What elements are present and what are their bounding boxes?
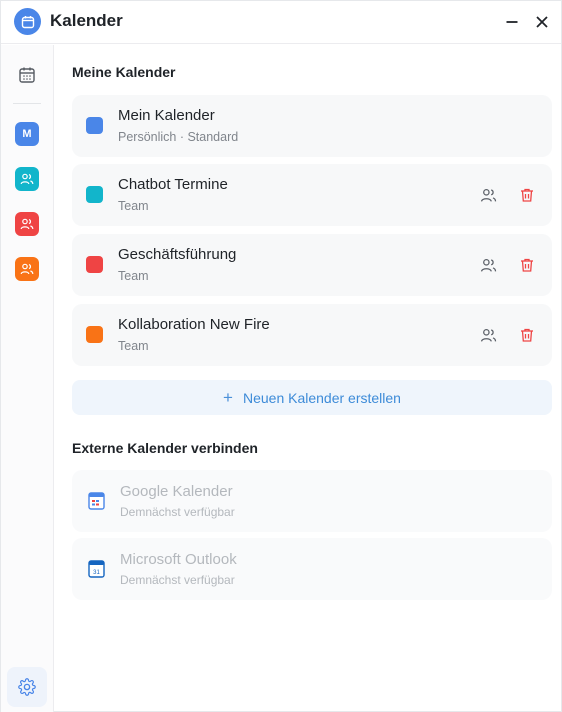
new-calendar-label: Neuen Kalender erstellen [242, 389, 401, 406]
calendar-title: Kollaboration New Fire [118, 316, 270, 333]
calendar-subtitle: Team [118, 199, 149, 213]
calendar-title: Mein Kalender [118, 107, 215, 124]
sidebar-item-calendar[interactable] [15, 63, 39, 87]
outlook-calendar-icon: 31 [88, 559, 105, 578]
section-title-external: Externe Kalender verbinden [72, 440, 258, 456]
delete-calendar-button[interactable] [517, 325, 537, 345]
external-card-outlook: 31 Microsoft Outlook Demnächst verfügbar [72, 538, 552, 600]
calendar-color-dot [86, 117, 103, 134]
manage-team-button[interactable] [478, 325, 498, 345]
section-title-my-calendars: Meine Kalender [72, 64, 176, 80]
team-icon [480, 328, 496, 342]
calendar-subtitle: Persönlich · Standard [118, 130, 239, 144]
close-icon [536, 16, 548, 28]
calendar-title: Geschäftsführung [118, 246, 237, 263]
sidebar-item-kollaboration-new-fire[interactable] [15, 257, 39, 281]
calendar-card-geschaeftsfuehrung[interactable]: Geschäftsführung Team [72, 234, 552, 296]
trash-icon [521, 328, 533, 342]
main-content: Meine Kalender Mein Kalender Persönlich … [55, 45, 561, 712]
calendar-card-kollaboration-new-fire[interactable]: Kollaboration New Fire Team [72, 304, 552, 366]
team-icon [480, 188, 496, 202]
sidebar-item-letter: M [22, 128, 32, 140]
minimize-button[interactable] [501, 11, 523, 33]
calendar-subtitle: Team [118, 269, 149, 283]
new-calendar-button[interactable]: + Neuen Kalender erstellen [72, 380, 552, 415]
title-bar: Kalender [1, 1, 561, 44]
calendar-card-mein-kalender[interactable]: Mein Kalender Persönlich · Standard [72, 95, 552, 157]
svg-text:31: 31 [93, 570, 100, 576]
sidebar-item-chatbot-termine[interactable] [15, 167, 39, 191]
external-subtitle: Demnächst verfügbar [120, 505, 235, 519]
delete-calendar-button[interactable] [517, 185, 537, 205]
app-window: Kalender M Meine Kalender Mein Kalender … [0, 0, 562, 712]
trash-icon [521, 188, 533, 202]
google-calendar-icon [88, 491, 105, 510]
manage-team-button[interactable] [478, 185, 498, 205]
calendar-color-dot [86, 326, 103, 343]
calendar-subtitle: Team [118, 339, 149, 353]
calendar-title: Chatbot Termine [118, 176, 228, 193]
sidebar-divider [13, 103, 41, 104]
calendar-icon [19, 67, 35, 83]
trash-icon [521, 258, 533, 272]
sidebar: M [1, 45, 54, 712]
close-button[interactable] [531, 11, 553, 33]
team-icon [480, 258, 496, 272]
minimize-icon [506, 21, 518, 23]
plus-icon: + [223, 388, 233, 407]
window-title: Kalender [50, 11, 123, 30]
gear-icon [18, 678, 36, 696]
team-icon [20, 218, 34, 230]
external-subtitle: Demnächst verfügbar [120, 573, 235, 587]
external-card-google: Google Kalender Demnächst verfügbar [72, 470, 552, 532]
calendar-color-dot [86, 256, 103, 273]
sidebar-item-geschaeftsfuehrung[interactable] [15, 212, 39, 236]
calendar-icon [14, 8, 41, 35]
external-title: Microsoft Outlook [120, 551, 237, 568]
external-title: Google Kalender [120, 483, 233, 500]
team-icon [20, 173, 34, 185]
calendar-card-chatbot-termine[interactable]: Chatbot Termine Team [72, 164, 552, 226]
team-icon [20, 263, 34, 275]
delete-calendar-button[interactable] [517, 255, 537, 275]
manage-team-button[interactable] [478, 255, 498, 275]
sidebar-item-mein-kalender[interactable]: M [15, 122, 39, 146]
calendar-color-dot [86, 186, 103, 203]
settings-button[interactable] [7, 667, 47, 707]
